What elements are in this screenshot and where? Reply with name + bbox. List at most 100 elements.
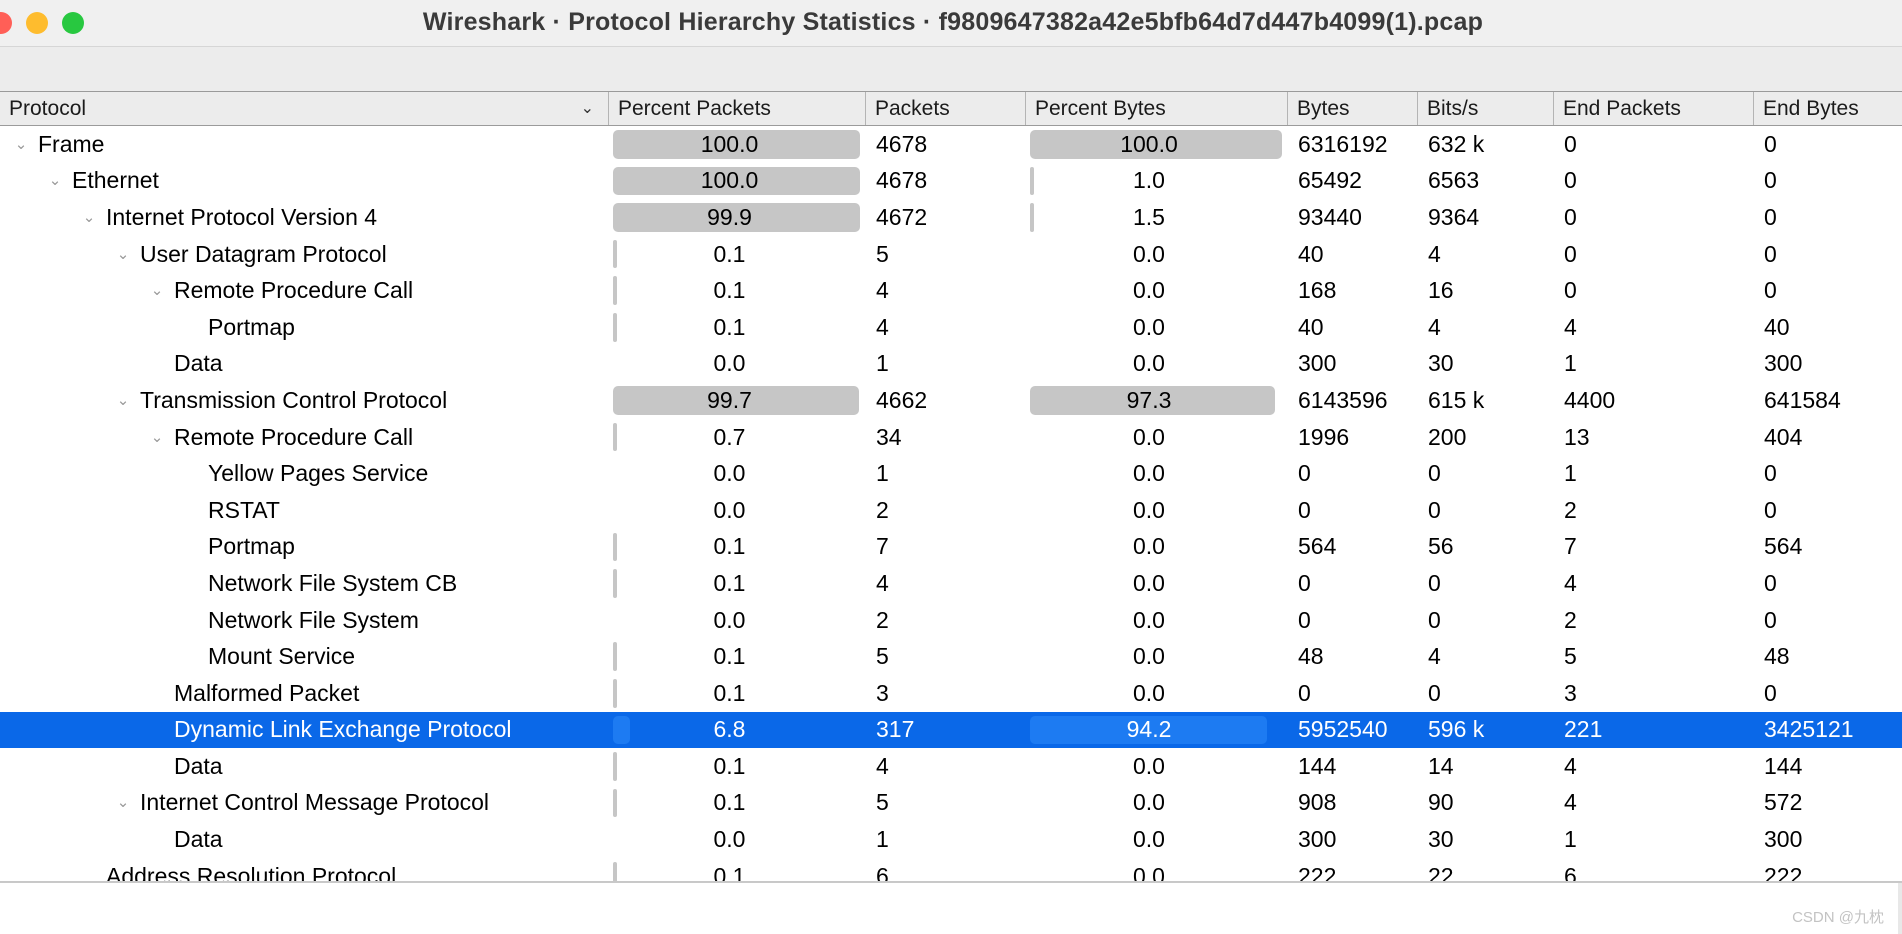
cell-protocol: Mount Service — [0, 638, 608, 675]
cell-bytes: 0 — [1298, 496, 1311, 523]
table-row[interactable]: ⌄ Internet Protocol Version 4 99.9 4672 1.5 9… — [0, 199, 1902, 236]
cell-end-packets: 13 — [1564, 423, 1590, 450]
percent-packets-value: 0.1 — [713, 679, 746, 706]
cell-end-bytes: 0 — [1764, 277, 1777, 304]
cell-end-packets: 221 — [1564, 716, 1603, 743]
cell-bits-per-second: 200 — [1428, 423, 1467, 450]
cell-protocol: Malformed Packet — [0, 675, 608, 712]
percent-bytes-value: 0.0 — [1133, 569, 1165, 596]
table-row[interactable]: Network File System CB 0.1 4 0.0 0 0 4 0 — [0, 565, 1902, 602]
table-row[interactable]: Dynamic Link Exchange Protocol 6.8 317 94.2… — [0, 711, 1902, 749]
cell-end-bytes: 300 — [1764, 826, 1803, 853]
percent-packets-value: 99.9 — [707, 203, 752, 230]
cell-percent-packets: 0.0 — [608, 346, 865, 383]
protocol-name: Remote Procedure Call — [174, 277, 414, 304]
column-header-protocol[interactable]: Protocol ⌄ — [0, 92, 608, 125]
table-row[interactable]: ⌄ Remote Procedure Call 0.1 4 0.0 168 16 0 0 — [0, 272, 1902, 309]
cell-percent-bytes: 0.0 — [1025, 346, 1287, 383]
protocol-name: Data — [174, 826, 223, 853]
cell-percent-packets: 0.1 — [608, 785, 865, 822]
column-header-end-packets[interactable]: End Packets — [1553, 92, 1753, 125]
chevron-down-icon[interactable]: ⌄ — [74, 210, 104, 225]
chevron-down-icon[interactable]: ⌄ — [40, 173, 70, 188]
percent-bytes-value: 97.3 — [1126, 386, 1172, 413]
protocol-name: Remote Procedure Call — [174, 423, 414, 450]
table-header-row: Protocol ⌄ Percent Packets Packets Perce… — [0, 92, 1902, 126]
chevron-down-icon[interactable]: ⌄ — [142, 430, 172, 445]
percent-bytes-value: 94.2 — [1126, 716, 1172, 743]
table-row[interactable]: ⌄ User Datagram Protocol 0.1 5 0.0 40 4 0 0 — [0, 235, 1902, 273]
percent-packets-value: 6.8 — [713, 716, 746, 743]
table-row[interactable]: RSTAT 0.0 2 0.0 0 0 2 0 — [0, 491, 1902, 529]
cell-bytes: 6316192 — [1298, 130, 1388, 157]
cell-packets: 4662 — [876, 386, 928, 413]
percent-bytes-value: 0.0 — [1133, 606, 1165, 633]
table-row[interactable]: Address Resolution Protocol 0.1 6 0.0 222 22 6… — [0, 857, 1902, 882]
cell-bytes: 144 — [1298, 752, 1337, 779]
cell-end-packets: 1 — [1564, 826, 1577, 853]
percent-bytes-value: 100.0 — [1120, 130, 1178, 157]
cell-protocol: Dynamic Link Exchange Protocol — [0, 712, 608, 749]
cell-packets: 7 — [876, 533, 889, 560]
table-row[interactable]: ⌄ Frame 100.0 4678 100.0 6316192 632 k 0 0 — [0, 126, 1902, 163]
chevron-down-icon[interactable]: ⌄ — [142, 283, 172, 298]
table-row[interactable]: ⌄ Remote Procedure Call 0.7 34 0.0 1996 200 13 4… — [0, 418, 1902, 456]
cell-bits-per-second: 90 — [1428, 789, 1454, 816]
cell-bits-per-second: 632 k — [1428, 130, 1485, 157]
percent-packets-value: 0.1 — [713, 240, 746, 267]
table-row[interactable]: Portmap 0.1 4 0.0 40 4 4 40 — [0, 308, 1902, 346]
protocol-name: RSTAT — [208, 496, 280, 523]
cell-end-bytes: 0 — [1764, 203, 1777, 230]
minimize-button[interactable] — [26, 11, 48, 34]
cell-percent-bytes: 0.0 — [1025, 492, 1287, 529]
table-row[interactable]: Malformed Packet 0.1 3 0.0 0 0 3 0 — [0, 674, 1902, 712]
column-header-bits-per-second[interactable]: Bits/s — [1417, 92, 1553, 125]
column-header-percent-bytes[interactable]: Percent Bytes — [1025, 92, 1287, 125]
column-header-packets[interactable]: Packets — [865, 92, 1025, 125]
percent-packets-value: 99.7 — [707, 386, 752, 413]
percent-bytes-value: 1.5 — [1133, 203, 1165, 230]
percent-bytes-value: 1.0 — [1133, 167, 1165, 194]
cell-packets: 2 — [876, 606, 889, 633]
chevron-down-icon[interactable]: ⌄ — [108, 795, 138, 810]
table-row[interactable]: ⌄ Internet Control Message Protocol 0.1 5 0.… — [0, 784, 1902, 822]
table-row[interactable]: Network File System 0.0 2 0.0 0 0 2 0 — [0, 601, 1902, 639]
table-row[interactable]: Data 0.0 1 0.0 300 30 1 300 — [0, 345, 1902, 383]
cell-bits-per-second: 4 — [1428, 643, 1441, 670]
cell-percent-packets: 0.7 — [608, 419, 865, 456]
cell-bits-per-second: 0 — [1428, 460, 1441, 487]
cell-percent-packets: 0.1 — [608, 748, 865, 785]
cell-bits-per-second: 14 — [1428, 752, 1454, 779]
protocol-name: Network File System — [208, 606, 419, 633]
close-button[interactable] — [0, 11, 12, 34]
chevron-down-icon[interactable]: ⌄ — [108, 393, 138, 408]
column-header-percent-packets[interactable]: Percent Packets — [608, 92, 865, 125]
percent-packets-value: 0.0 — [713, 826, 746, 853]
column-header-protocol-label: Protocol — [9, 96, 87, 120]
cell-bytes: 168 — [1298, 277, 1337, 304]
table-row[interactable]: Mount Service 0.1 5 0.0 48 4 5 48 — [0, 638, 1902, 675]
maximize-button[interactable] — [62, 11, 84, 34]
percent-bytes-value: 0.0 — [1133, 313, 1165, 340]
chevron-down-icon[interactable]: ⌄ — [108, 247, 138, 262]
cell-percent-bytes: 0.0 — [1025, 419, 1287, 456]
vertical-scrollbar[interactable] — [1898, 883, 1902, 934]
chevron-down-icon[interactable]: ⌄ — [6, 137, 36, 152]
cell-percent-packets: 0.1 — [608, 272, 865, 309]
percent-packets-value: 0.1 — [713, 277, 746, 304]
percent-bytes-value: 0.0 — [1133, 862, 1165, 882]
table-row[interactable]: Yellow Pages Service 0.0 1 0.0 0 0 1 0 — [0, 455, 1902, 492]
cell-end-packets: 5 — [1564, 643, 1577, 670]
cell-percent-packets: 99.9 — [608, 199, 865, 236]
cell-end-bytes: 0 — [1764, 460, 1777, 487]
table-row[interactable]: ⌄ Ethernet 100.0 4678 1.0 65492 6563 0 0 — [0, 162, 1902, 200]
cell-percent-packets: 0.0 — [608, 602, 865, 639]
percent-packets-value: 0.0 — [713, 606, 746, 633]
table-row[interactable]: Portmap 0.1 7 0.0 564 56 7 564 — [0, 528, 1902, 566]
table-row[interactable]: ⌄ Transmission Control Protocol 99.7 4662 97… — [0, 382, 1902, 419]
table-row[interactable]: Data 0.0 1 0.0 300 30 1 300 — [0, 821, 1902, 858]
column-header-bytes[interactable]: Bytes — [1287, 92, 1417, 125]
table-row[interactable]: Data 0.1 4 0.0 144 14 4 144 — [0, 748, 1902, 785]
percent-packets-value: 0.7 — [713, 423, 746, 450]
column-header-end-bytes[interactable]: End Bytes — [1753, 92, 1902, 125]
